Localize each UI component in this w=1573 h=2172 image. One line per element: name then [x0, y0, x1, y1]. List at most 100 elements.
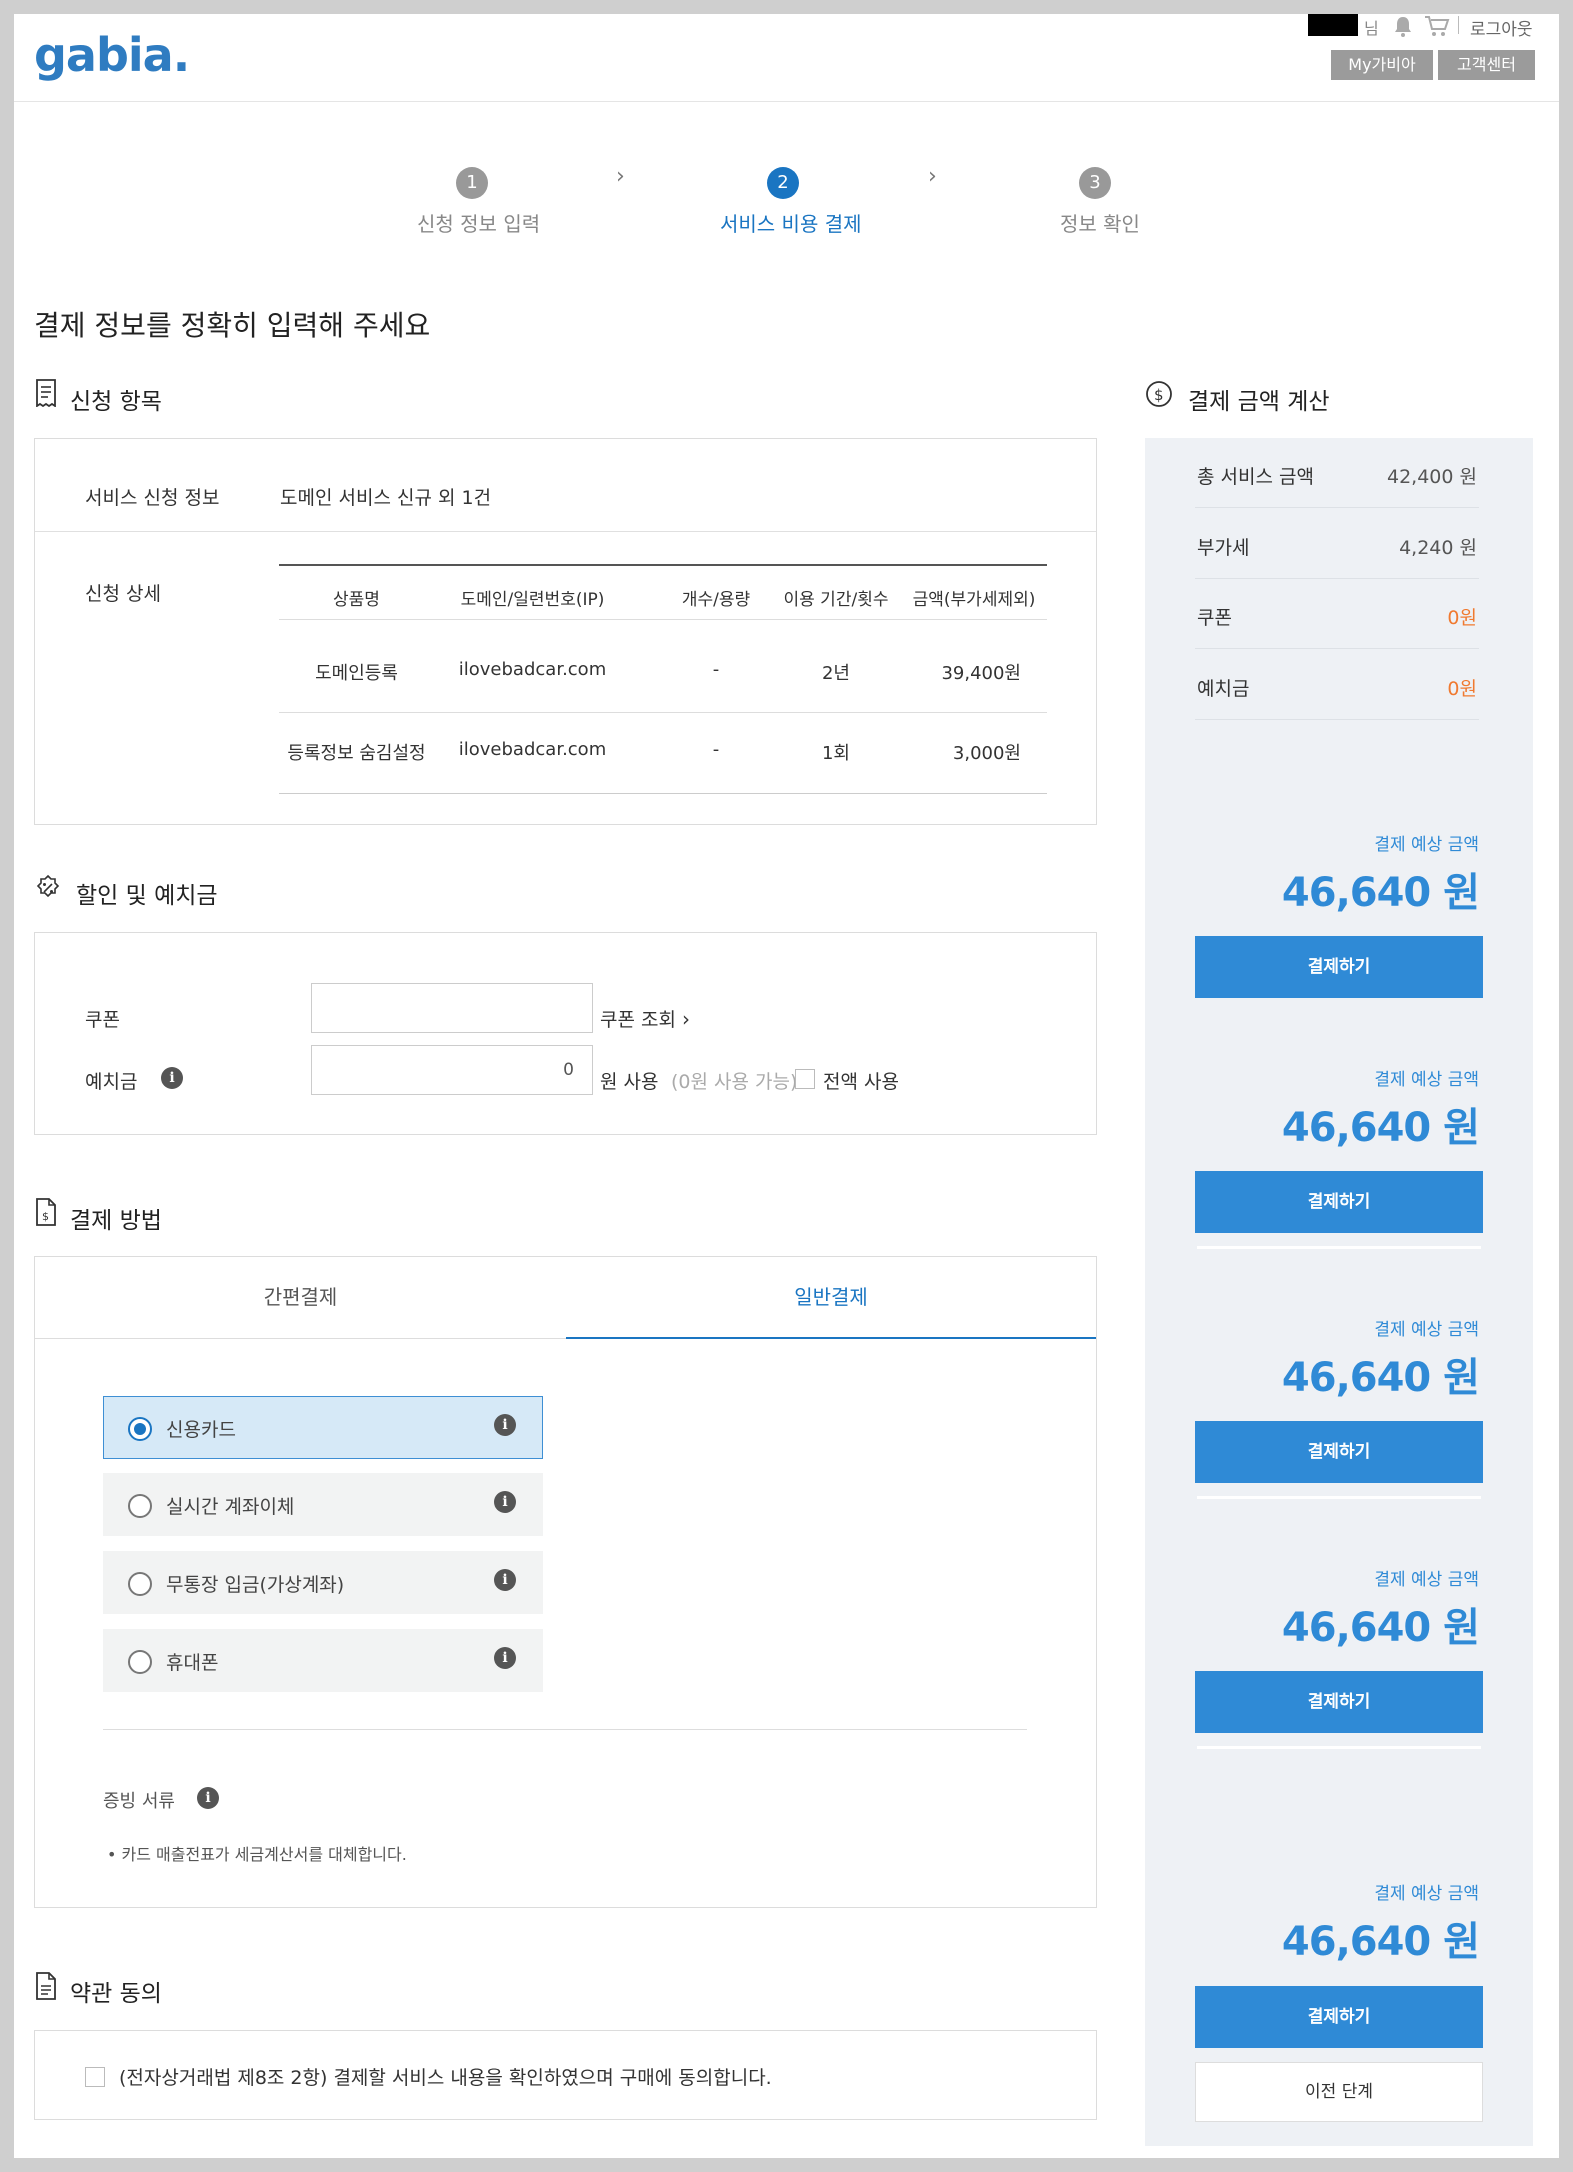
- terms-box: (전자상거래법 제8조 2항) 결제할 서비스 내용을 확인하였으며 구매에 동…: [34, 2030, 1097, 2120]
- table-cell: 1회: [821, 743, 850, 764]
- section-title-summary: 결제 금액 계산: [1188, 389, 1330, 415]
- estimate-amount: 46,640 원: [1281, 1605, 1480, 1651]
- radio-button[interactable]: [128, 1650, 152, 1674]
- payment-method-bank-transfer[interactable]: 실시간 계좌이체 i: [103, 1473, 543, 1536]
- info-icon[interactable]: i: [197, 1787, 219, 1809]
- coupon-label: 쿠폰: [85, 1009, 120, 1031]
- table-cell: 도메인등록: [315, 663, 398, 684]
- radio-button[interactable]: [128, 1494, 152, 1518]
- step-3-number: 3: [1079, 167, 1111, 199]
- terms-agree-checkbox[interactable]: [85, 2067, 105, 2087]
- coupon-input[interactable]: [311, 983, 593, 1033]
- user-suffix: 님: [1364, 19, 1379, 38]
- payment-method-label: 무통장 입금(가상계좌): [166, 1574, 345, 1596]
- estimate-label: 결제 예상 금액: [1374, 1570, 1479, 1590]
- terms-agree-text[interactable]: (전자상거래법 제8조 2항) 결제할 서비스 내용을 확인하였으며 구매에 동…: [119, 2063, 772, 2090]
- info-icon[interactable]: i: [494, 1569, 516, 1591]
- info-icon[interactable]: i: [494, 1647, 516, 1669]
- info-icon[interactable]: i: [161, 1067, 183, 1089]
- section-title-application: 신청 항목: [70, 389, 162, 415]
- payment-box: 간편결제 일반결제 신용카드 i 실시간 계좌이체 i 무통장 입금(가상계좌)…: [34, 1256, 1097, 1908]
- pay-button[interactable]: 결제하기: [1195, 936, 1483, 998]
- tab-general-pay[interactable]: 일반결제: [566, 1257, 1096, 1339]
- table-cell: 3,000원: [952, 743, 1021, 764]
- radio-button[interactable]: [128, 1417, 152, 1441]
- header: gabia. 님 로그아웃 My가비아 고객센터: [14, 14, 1559, 102]
- payment-doc-icon: $: [34, 1198, 60, 1226]
- coupon-lookup-link[interactable]: 쿠폰 조회 ›: [600, 1005, 690, 1032]
- summary-value: 42,400 원: [1386, 466, 1477, 488]
- step-2-label: 서비스 비용 결제: [720, 212, 862, 236]
- divider: [35, 531, 1096, 532]
- estimate-amount: 46,640 원: [1281, 870, 1480, 916]
- estimate-label: 결제 예상 금액: [1374, 1884, 1479, 1904]
- deposit-input[interactable]: 0: [311, 1045, 593, 1095]
- table-cell: 39,400원: [941, 663, 1021, 684]
- pay-button[interactable]: 결제하기: [1195, 1986, 1483, 2048]
- estimate-amount: 46,640 원: [1281, 1105, 1480, 1151]
- radio-button[interactable]: [128, 1572, 152, 1596]
- table-cell: 2년: [821, 663, 850, 684]
- logout-link[interactable]: 로그아웃: [1470, 15, 1533, 40]
- step-1-number: 1: [456, 167, 488, 199]
- chevron-right-icon: ›: [682, 1007, 691, 1031]
- payment-method-mobile[interactable]: 휴대폰 i: [103, 1629, 543, 1692]
- receipt-icon: [34, 379, 60, 408]
- table-divider: [279, 619, 1047, 620]
- section-title-terms: 약관 동의: [70, 1981, 162, 2007]
- summary-label: 쿠폰: [1197, 607, 1232, 629]
- service-info-label: 서비스 신청 정보: [85, 487, 220, 509]
- page-title: 결제 정보를 정확히 입력해 주세요: [34, 309, 431, 342]
- column-header: 상품명: [333, 590, 380, 610]
- summary-row: 쿠폰 0원: [1195, 579, 1479, 649]
- summary-row: 예치금 0원: [1195, 650, 1479, 720]
- step-3-label: 정보 확인: [1060, 212, 1140, 236]
- pay-button[interactable]: 결제하기: [1195, 1171, 1483, 1233]
- payment-method-virtual-account[interactable]: 무통장 입금(가상계좌) i: [103, 1551, 543, 1614]
- my-gabia-button[interactable]: My가비아: [1331, 50, 1433, 80]
- estimate-label: 결제 예상 금액: [1374, 835, 1479, 855]
- svg-text:$: $: [1154, 386, 1164, 404]
- summary-label: 부가세: [1197, 537, 1250, 559]
- summary-value: 4,240 원: [1399, 537, 1477, 559]
- payment-method-label: 실시간 계좌이체: [166, 1496, 295, 1518]
- step-1-label: 신청 정보 입력: [417, 212, 541, 236]
- dollar-circle-icon: $: [1145, 380, 1172, 408]
- estimate-label: 결제 예상 금액: [1374, 1320, 1479, 1340]
- use-all-checkbox[interactable]: [795, 1069, 815, 1089]
- chevron-right-icon: ›: [616, 164, 625, 189]
- estimate-amount: 46,640 원: [1281, 1355, 1480, 1401]
- coupon-lookup-label: 쿠폰 조회: [600, 1009, 676, 1031]
- table-bottom-border: [279, 793, 1047, 794]
- summary-row: 부가세 4,240 원: [1195, 509, 1479, 579]
- summary-value: 0원: [1447, 607, 1477, 629]
- table-top-border: [279, 564, 1047, 566]
- column-header: 개수/용량: [681, 590, 751, 610]
- bell-icon[interactable]: [1392, 14, 1414, 38]
- divider: [1197, 1496, 1481, 1499]
- pay-button[interactable]: 결제하기: [1195, 1671, 1483, 1733]
- payment-method-credit-card[interactable]: 신용카드 i: [103, 1396, 543, 1459]
- document-icon: [34, 1972, 60, 2000]
- application-box: 서비스 신청 정보 도메인 서비스 신규 외 1건 신청 상세 상품명 도메인/…: [34, 438, 1097, 825]
- gabia-logo[interactable]: gabia.: [34, 28, 190, 82]
- estimate-amount: 46,640 원: [1281, 1919, 1480, 1965]
- discount-box: 쿠폰 쿠폰 조회 › 예치금 i 0 원 사용 (0원 사용 가능) 전액 사용: [34, 932, 1097, 1135]
- previous-step-button[interactable]: 이전 단계: [1195, 2062, 1483, 2122]
- column-header: 이용 기간/횟수: [783, 590, 889, 610]
- column-header: 도메인/일련번호(IP): [460, 590, 605, 610]
- divider: [1197, 1246, 1481, 1249]
- table-cell: -: [712, 739, 720, 760]
- tab-simple-pay[interactable]: 간편결제: [35, 1257, 566, 1339]
- proof-docs-label: 증빙 서류: [103, 1791, 175, 1812]
- page: gabia. 님 로그아웃 My가비아 고객센터 1 신청 정보 입력 › 2 …: [14, 14, 1559, 2158]
- info-icon[interactable]: i: [494, 1491, 516, 1513]
- info-icon[interactable]: i: [494, 1414, 516, 1436]
- payment-method-label: 신용카드: [166, 1419, 236, 1441]
- discount-icon: [34, 874, 60, 902]
- use-all-label: 전액 사용: [823, 1071, 899, 1093]
- cart-icon[interactable]: [1424, 14, 1450, 38]
- support-button[interactable]: 고객센터: [1438, 50, 1535, 80]
- pay-button[interactable]: 결제하기: [1195, 1421, 1483, 1483]
- chevron-right-icon: ›: [928, 164, 937, 189]
